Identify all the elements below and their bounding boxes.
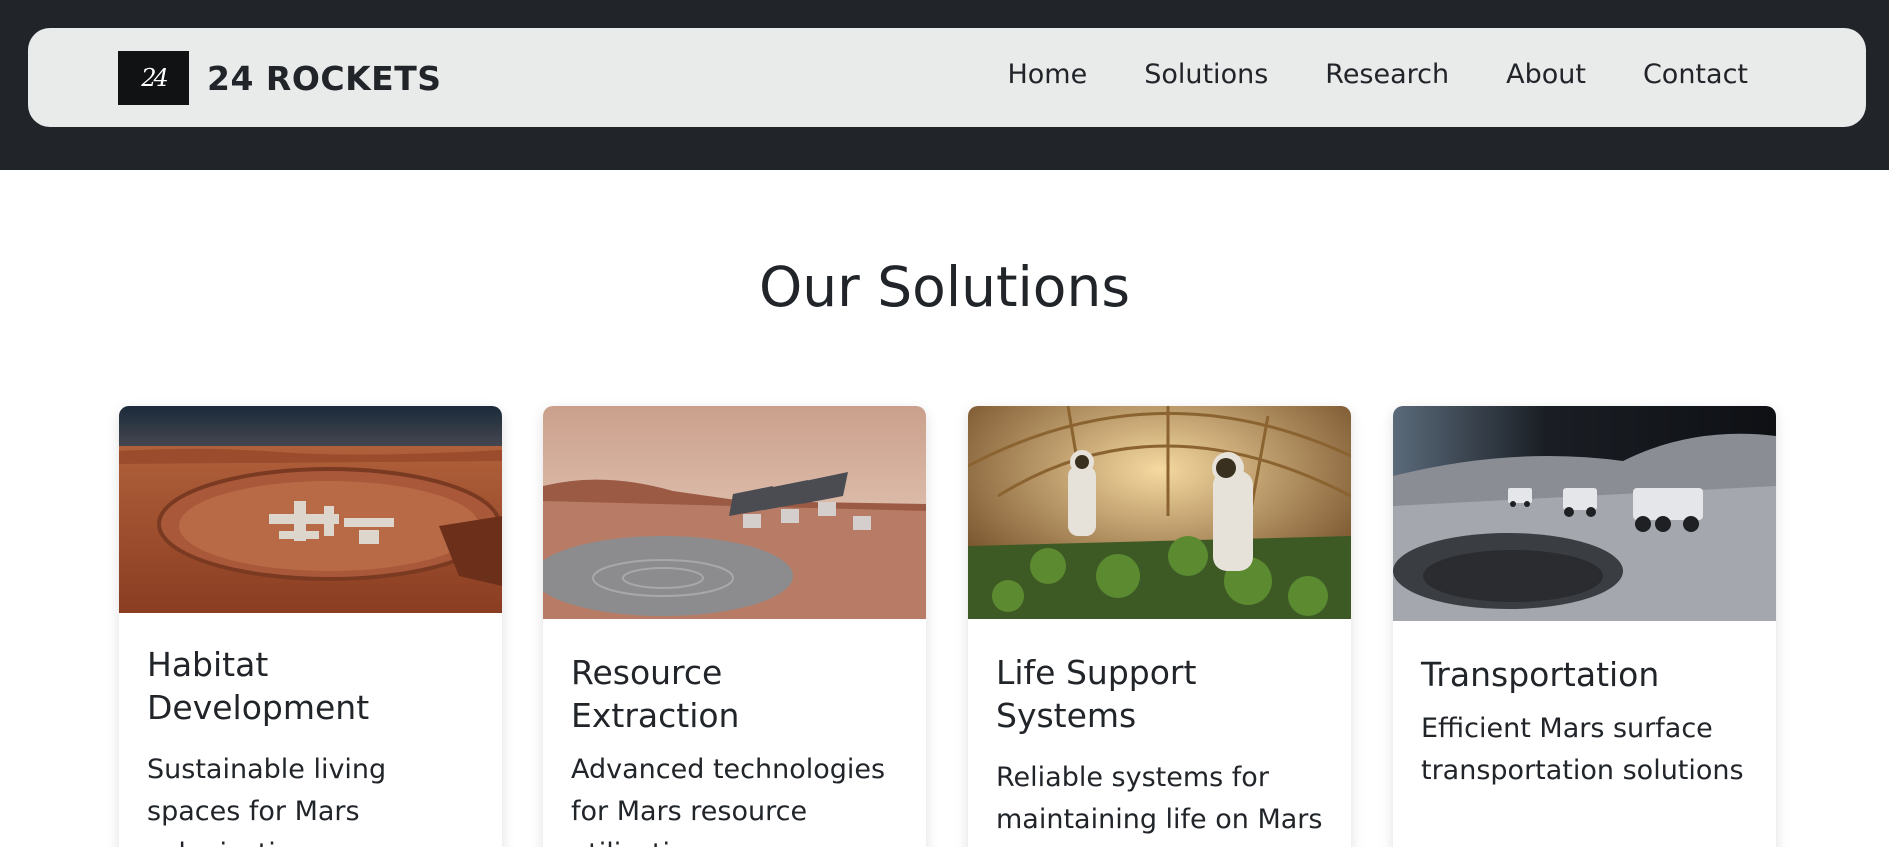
- solar-water-extraction-image: [543, 406, 926, 619]
- card-title: Life Support Systems: [996, 653, 1197, 735]
- card-title: Habitat Development: [147, 645, 370, 727]
- solution-card-life-support[interactable]: Life Support Systems Reliable systems fo…: [968, 406, 1351, 847]
- solution-card-transportation[interactable]: Transportation Efficient Mars surface tr…: [1393, 406, 1776, 847]
- logo-icon[interactable]: 24: [118, 51, 189, 105]
- nav-link-solutions[interactable]: Solutions: [1144, 59, 1268, 90]
- top-header: 24 24 ROCKETS Home Solutions Research Ab…: [0, 0, 1889, 170]
- nav-link-research[interactable]: Research: [1325, 59, 1449, 90]
- rover-convoy-image: [1393, 406, 1776, 621]
- solution-card-resource[interactable]: Resource Extraction Advanced technologie…: [543, 406, 926, 847]
- logo-text: 24: [141, 64, 168, 92]
- solution-card-habitat[interactable]: Habitat Development Sustainable living s…: [119, 406, 502, 847]
- nav-link-home[interactable]: Home: [1007, 59, 1087, 90]
- greenhouse-astronauts-image: [968, 406, 1351, 619]
- nav-link-about[interactable]: About: [1506, 59, 1586, 90]
- card-text: Sustainable living spaces for Mars colon…: [147, 754, 387, 847]
- main-nav: Home Solutions Research About Contact: [950, 59, 1748, 90]
- brand-name[interactable]: 24 ROCKETS: [207, 59, 442, 98]
- card-text: Efficient Mars surface transportation so…: [1421, 713, 1744, 786]
- card-text: Advanced technologies for Mars resource …: [571, 754, 886, 847]
- card-title: Resource Extraction: [571, 653, 740, 735]
- brand[interactable]: 24 24 ROCKETS: [118, 51, 442, 105]
- card-text: Reliable systems for maintaining life on…: [996, 762, 1323, 835]
- nav-link-contact[interactable]: Contact: [1643, 59, 1748, 90]
- section-title: Our Solutions: [759, 255, 1130, 319]
- mars-habitat-image: [119, 406, 502, 613]
- navbar: 24 24 ROCKETS Home Solutions Research Ab…: [28, 28, 1866, 127]
- card-title: Transportation: [1421, 655, 1660, 694]
